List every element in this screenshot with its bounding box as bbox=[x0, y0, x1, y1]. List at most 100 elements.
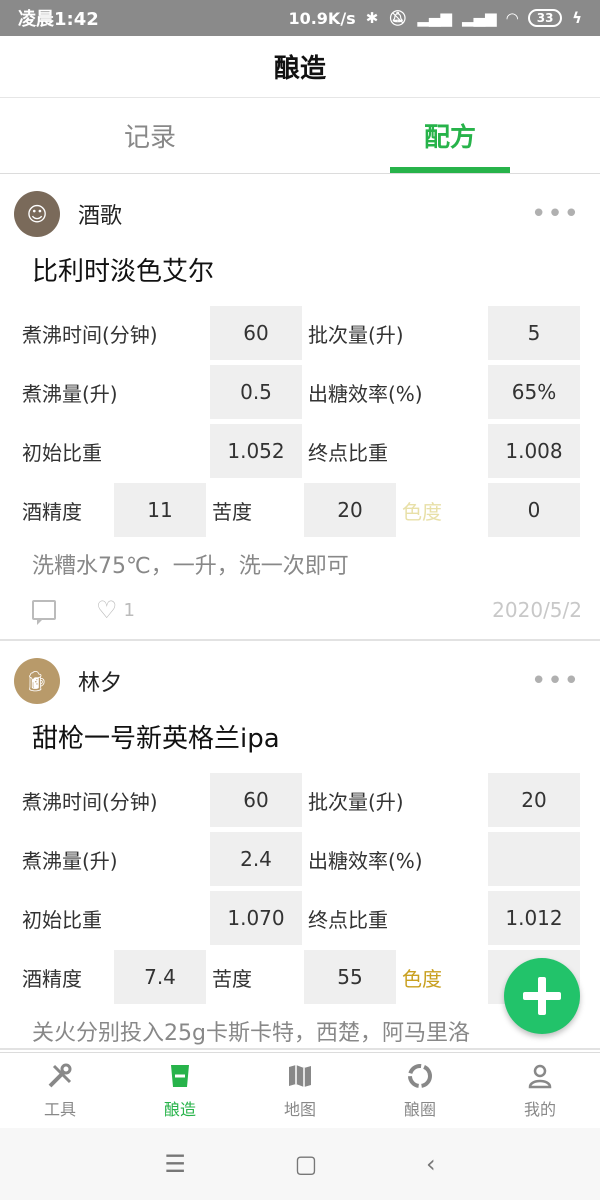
og-label: 初始比重 bbox=[22, 907, 102, 932]
card-header: ☺ 酒歌 ••• bbox=[14, 174, 586, 254]
boil-time-value: 60 bbox=[210, 306, 302, 360]
network-speed: 10.9K/s bbox=[288, 8, 356, 28]
efficiency-label: 出糖效率(%) bbox=[308, 381, 423, 406]
tab-records[interactable]: 记录 bbox=[0, 98, 300, 173]
boil-volume-label: 煮沸量(升) bbox=[22, 848, 118, 873]
color-value: 0 bbox=[488, 483, 580, 537]
recipe-card[interactable]: ☺ 酒歌 ••• 比利时淡色艾尔 煮沸时间(分钟) 60 批次量(升) 5 煮沸… bbox=[0, 174, 600, 641]
batch-value: 20 bbox=[488, 773, 580, 827]
abv-label: 酒精度 bbox=[22, 499, 82, 524]
like-button[interactable]: ♡ 1 bbox=[96, 596, 135, 624]
nav-map-label: 地图 bbox=[283, 1099, 316, 1119]
og-label: 初始比重 bbox=[22, 440, 102, 465]
bottom-nav: 工具 酿造 地图 酿圈 我的 bbox=[0, 1052, 600, 1128]
batch-value: 5 bbox=[488, 306, 580, 360]
circle-icon bbox=[406, 1062, 434, 1090]
more-options-icon[interactable]: ••• bbox=[531, 199, 586, 229]
efficiency-value bbox=[488, 832, 580, 886]
avatar-person-icon: ☺ bbox=[26, 202, 48, 226]
tab-bar: 记录 配方 bbox=[0, 98, 600, 174]
wifi-icon: ◠ bbox=[506, 9, 519, 27]
avatar[interactable]: 🍺︎ bbox=[14, 658, 60, 704]
boil-time-label: 煮沸时间(分钟) bbox=[22, 789, 158, 814]
og-value: 1.052 bbox=[210, 424, 302, 478]
nav-brew[interactable]: 酿造 bbox=[120, 1053, 240, 1128]
status-time: 凌晨1:42 bbox=[18, 9, 99, 30]
plus-icon-vertical bbox=[538, 977, 546, 1015]
params-row: 煮沸量(升) 2.4 出糖效率(%) bbox=[14, 832, 586, 886]
add-recipe-button[interactable] bbox=[504, 958, 580, 1034]
back-icon[interactable]: ‹ bbox=[426, 1150, 436, 1178]
ibu-label: 苦度 bbox=[212, 499, 252, 524]
recipe-params: 煮沸时间(分钟) 60 批次量(升) 20 煮沸量(升) 2.4 出糖效率(%)… bbox=[14, 773, 586, 1004]
avatar-beer-icon: 🍺︎ bbox=[24, 669, 50, 693]
nav-circle-label: 酿圈 bbox=[403, 1099, 436, 1119]
brew-cup-icon bbox=[166, 1062, 194, 1090]
fg-value: 1.008 bbox=[488, 424, 580, 478]
fg-value: 1.012 bbox=[488, 891, 580, 945]
boil-volume-label: 煮沸量(升) bbox=[22, 381, 118, 406]
tools-icon bbox=[46, 1062, 74, 1090]
battery-icon: 33 bbox=[528, 9, 563, 27]
boil-volume-value: 0.5 bbox=[210, 365, 302, 419]
ibu-value: 55 bbox=[304, 950, 396, 1004]
params-row: 煮沸时间(分钟) 60 批次量(升) 20 bbox=[14, 773, 586, 827]
home-icon[interactable]: ▢ bbox=[295, 1150, 318, 1178]
page-title: 酿造 bbox=[273, 54, 326, 84]
og-value: 1.070 bbox=[210, 891, 302, 945]
map-icon bbox=[286, 1062, 314, 1090]
nav-brew-label: 酿造 bbox=[163, 1099, 196, 1119]
post-date: 2020/5/2 bbox=[492, 598, 582, 622]
ibu-value: 20 bbox=[304, 483, 396, 537]
profile-icon bbox=[526, 1062, 554, 1090]
more-options-icon[interactable]: ••• bbox=[531, 666, 586, 696]
params-row: 煮沸量(升) 0.5 出糖效率(%) 65% bbox=[14, 365, 586, 419]
batch-label: 批次量(升) bbox=[308, 322, 404, 347]
color-label: 色度 bbox=[402, 499, 442, 524]
efficiency-label: 出糖效率(%) bbox=[308, 848, 423, 873]
params-row: 煮沸时间(分钟) 60 批次量(升) 5 bbox=[14, 306, 586, 360]
boil-volume-value: 2.4 bbox=[210, 832, 302, 886]
tab-recipes[interactable]: 配方 bbox=[300, 98, 600, 173]
recipe-feed[interactable]: ☺ 酒歌 ••• 比利时淡色艾尔 煮沸时间(分钟) 60 批次量(升) 5 煮沸… bbox=[0, 174, 600, 1052]
recipe-note: 洗糟水75℃，一升，洗一次即可 bbox=[32, 554, 349, 579]
recipe-title[interactable]: 甜枪一号新英格兰ipa bbox=[14, 721, 586, 773]
nav-map[interactable]: 地图 bbox=[240, 1053, 360, 1128]
signal-icon: ▂▄▆ bbox=[417, 9, 452, 27]
bluetooth-icon: ✱ bbox=[365, 9, 379, 27]
nav-profile-label: 我的 bbox=[523, 1099, 556, 1119]
boil-time-value: 60 bbox=[210, 773, 302, 827]
abv-label: 酒精度 bbox=[22, 966, 82, 991]
params-row: 初始比重 1.070 终点比重 1.012 bbox=[14, 891, 586, 945]
status-indicators: 10.9K/s ✱ 🔕︎ ▂▄▆ ▂▄▆ ◠ 33 ϟ bbox=[288, 9, 582, 28]
ibu-label: 苦度 bbox=[212, 966, 252, 991]
menu-icon[interactable]: ☰ bbox=[164, 1150, 186, 1178]
fg-label: 终点比重 bbox=[308, 907, 388, 932]
mute-icon: 🔕︎ bbox=[388, 9, 408, 27]
signal-icon-2: ▂▄▆ bbox=[461, 9, 497, 27]
heart-icon: ♡ bbox=[96, 596, 118, 624]
card-header: 🍺︎ 林夕 ••• bbox=[14, 641, 586, 721]
author-name[interactable]: 林夕 bbox=[78, 665, 122, 697]
like-count: 1 bbox=[123, 599, 135, 621]
comment-icon[interactable] bbox=[32, 600, 56, 625]
params-row: 酒精度 11 苦度 20 色度 0 bbox=[14, 483, 586, 537]
status-bar: 凌晨1:42 10.9K/s ✱ 🔕︎ ▂▄▆ ▂▄▆ ◠ 33 ϟ bbox=[0, 0, 600, 36]
nav-profile[interactable]: 我的 bbox=[480, 1053, 600, 1128]
abv-value: 7.4 bbox=[114, 950, 206, 1004]
app-header: 酿造 bbox=[0, 36, 600, 98]
recipe-title[interactable]: 比利时淡色艾尔 bbox=[14, 254, 586, 306]
card-footer: ♡ 1 2020/5/2 bbox=[14, 581, 586, 639]
recipe-note: 关火分别投入25g卡斯卡特，西楚，阿马里洛 bbox=[32, 1021, 470, 1046]
system-nav-bar: ☰ ▢ ‹ bbox=[0, 1128, 600, 1200]
abv-value: 11 bbox=[114, 483, 206, 537]
efficiency-value: 65% bbox=[488, 365, 580, 419]
batch-label: 批次量(升) bbox=[308, 789, 404, 814]
nav-tools-label: 工具 bbox=[43, 1099, 76, 1119]
nav-tools[interactable]: 工具 bbox=[0, 1053, 120, 1128]
author-name[interactable]: 酒歌 bbox=[78, 198, 122, 230]
charging-icon: ϟ bbox=[572, 9, 582, 27]
nav-circle[interactable]: 酿圈 bbox=[360, 1053, 480, 1128]
params-row: 酒精度 7.4 苦度 55 色度 bbox=[14, 950, 586, 1004]
avatar[interactable]: ☺ bbox=[14, 191, 60, 237]
